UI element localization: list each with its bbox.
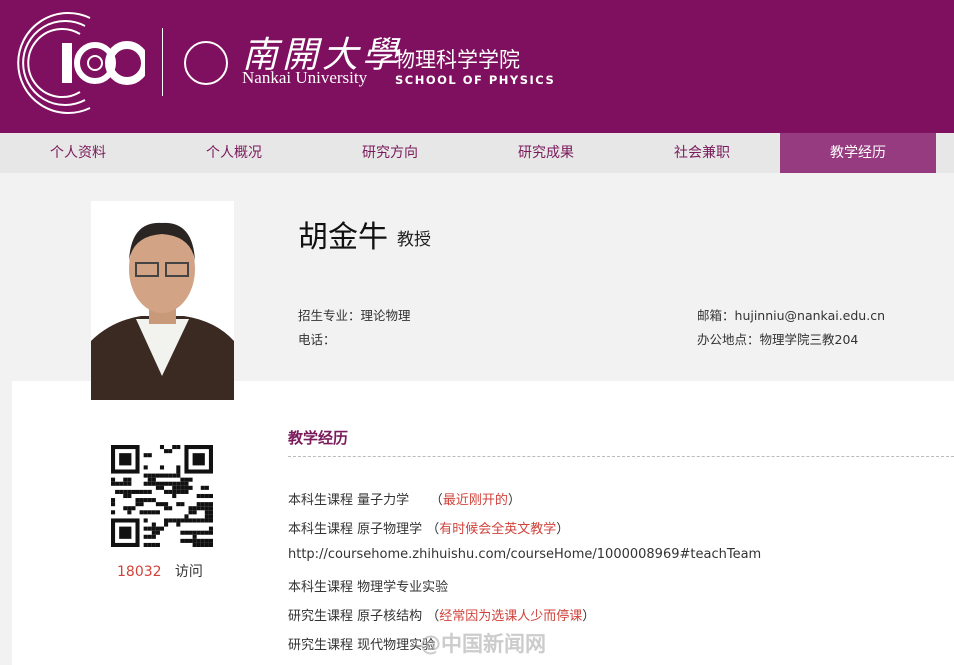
course-item: 研究生课程 原子核结构 （经常因为选课人少而停课） bbox=[288, 609, 596, 624]
course-text: 本科生课程 原子物理学 bbox=[288, 522, 423, 537]
watermark: @中国新闻网 bbox=[420, 632, 546, 656]
site-header: 南開大學 Nankai University 物理科学学院 SCHOOL OF … bbox=[0, 0, 954, 133]
section-divider bbox=[288, 456, 954, 457]
office-label: 办公地点： bbox=[697, 332, 760, 347]
course-text: 研究生课程 原子核结构 bbox=[288, 609, 423, 624]
email-row: 邮箱：hujinniu@nankai.edu.cn bbox=[697, 305, 885, 324]
tab-overview[interactable]: 个人概况 bbox=[156, 133, 312, 173]
section-title: 教学经历 bbox=[288, 429, 349, 447]
course-item: 本科生课程 量子力学 （最近刚开的） bbox=[288, 493, 521, 508]
nav-bar: 个人资料 个人概况 研究方向 研究成果 社会兼职 教学经历 bbox=[0, 133, 954, 173]
school-name-cn: 物理科学学院 bbox=[394, 48, 520, 72]
course-item: 本科生课程 原子物理学 （有时候会全英文教学） bbox=[288, 522, 570, 537]
university-seal bbox=[184, 41, 228, 85]
course-text: 本科生课程 物理学专业实验 bbox=[288, 580, 449, 595]
tab-social-positions[interactable]: 社会兼职 bbox=[624, 133, 780, 173]
logo-divider bbox=[162, 28, 163, 96]
course-item: 研究生课程 现代物理实验 bbox=[288, 634, 435, 653]
tab-personal-info[interactable]: 个人资料 bbox=[0, 133, 156, 173]
major-label: 招生专业： bbox=[298, 308, 361, 323]
visit-counter: 18032 访问 bbox=[117, 561, 203, 581]
office-value: 物理学院三教204 bbox=[759, 332, 859, 347]
university-name-en: Nankai University bbox=[242, 68, 368, 87]
phone-row: 电话： bbox=[298, 329, 336, 348]
course-text: 研究生课程 现代物理实验 bbox=[288, 638, 436, 653]
course-note: 最近刚开的 bbox=[442, 493, 508, 508]
qr-code bbox=[111, 445, 213, 547]
major-value: 理论物理 bbox=[360, 308, 411, 323]
course-note: 经常因为选课人少而停课 bbox=[439, 609, 583, 624]
centennial-logo bbox=[17, 12, 145, 114]
profile-photo bbox=[91, 201, 234, 400]
email-value[interactable]: hujinniu@nankai.edu.cn bbox=[735, 308, 885, 323]
course-text: 本科生课程 量子力学 bbox=[288, 493, 410, 508]
course-item: 本科生课程 物理学专业实验 bbox=[288, 576, 448, 595]
office-row: 办公地点：物理学院三教204 bbox=[697, 329, 858, 348]
tab-research-direction[interactable]: 研究方向 bbox=[312, 133, 468, 173]
professor-name: 胡金牛 bbox=[298, 220, 388, 255]
tab-teaching[interactable]: 教学经历 bbox=[780, 133, 936, 173]
course-note: 有时候会全英文教学 bbox=[439, 522, 557, 537]
professor-title: 教授 bbox=[397, 230, 431, 250]
email-label: 邮箱： bbox=[697, 308, 735, 323]
visit-count: 18032 bbox=[117, 564, 162, 580]
school-name-en: SCHOOL OF PHYSICS bbox=[395, 73, 556, 87]
visit-label: 访问 bbox=[174, 564, 203, 580]
tab-research-results[interactable]: 研究成果 bbox=[468, 133, 624, 173]
phone-label: 电话： bbox=[298, 332, 336, 347]
major-row: 招生专业：理论物理 bbox=[298, 305, 411, 324]
course-link[interactable]: http://coursehome.zhihuishu.com/courseHo… bbox=[288, 547, 761, 562]
course-text: http://coursehome.zhihuishu.com/courseHo… bbox=[288, 547, 762, 562]
